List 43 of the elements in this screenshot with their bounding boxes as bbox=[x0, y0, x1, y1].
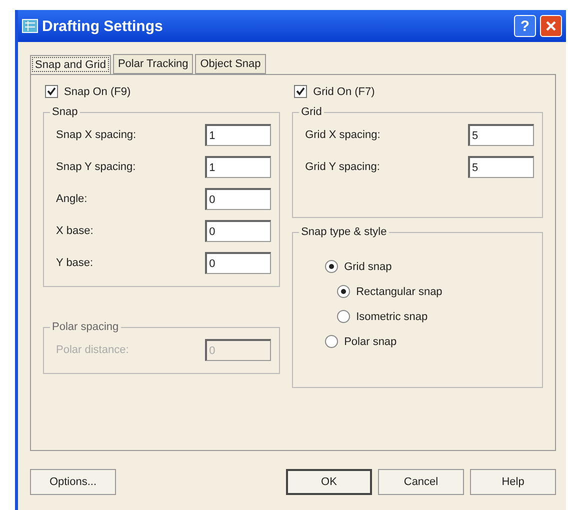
field-label: Snap Y spacing: bbox=[56, 161, 136, 173]
app-icon bbox=[22, 19, 38, 33]
field-label: Polar distance: bbox=[56, 344, 129, 356]
checkbox[interactable]: Snap On (F9) bbox=[43, 85, 280, 98]
radio-button[interactable] bbox=[325, 260, 338, 273]
checkbox[interactable]: Grid On (F7) bbox=[292, 85, 543, 98]
dialog-button[interactable]: OK bbox=[286, 469, 372, 495]
check-icon bbox=[47, 87, 56, 96]
dialog-button[interactable]: Options... bbox=[30, 469, 116, 495]
field-label: X base: bbox=[56, 225, 94, 237]
group-title: Snap type & style bbox=[300, 226, 388, 238]
field-label: Angle: bbox=[56, 193, 88, 205]
field-label: Snap X spacing: bbox=[56, 129, 136, 141]
input-field[interactable]: 5 bbox=[468, 156, 534, 178]
window-title: Drafting Settings bbox=[42, 18, 164, 34]
radio-button[interactable] bbox=[337, 310, 350, 323]
close-button[interactable] bbox=[540, 15, 562, 37]
group-title: Snap bbox=[51, 106, 79, 118]
help-button[interactable]: ? bbox=[514, 15, 536, 37]
field-label: Y base: bbox=[56, 257, 94, 269]
radio-label: Grid snap bbox=[344, 260, 392, 272]
radio-button[interactable] bbox=[325, 335, 338, 348]
tab[interactable]: Object Snap bbox=[195, 54, 266, 74]
field-label: Grid Y spacing: bbox=[305, 161, 380, 173]
close-icon bbox=[545, 20, 557, 32]
radio-label: Isometric snap bbox=[356, 310, 428, 322]
radio-label: Polar snap bbox=[344, 336, 397, 348]
radio-label: Rectangular snap bbox=[356, 286, 442, 298]
tab[interactable]: Polar Tracking bbox=[112, 54, 194, 74]
tab[interactable]: Snap and Grid bbox=[30, 55, 111, 74]
input-field[interactable]: 0 bbox=[205, 252, 272, 274]
input-field[interactable]: 0 bbox=[205, 188, 272, 210]
input-field[interactable]: 0 bbox=[205, 220, 272, 242]
group-title: Polar spacing bbox=[51, 321, 120, 333]
radio-button[interactable] bbox=[337, 285, 350, 298]
field-label: Grid X spacing: bbox=[305, 129, 380, 141]
input-field[interactable]: 5 bbox=[468, 124, 534, 146]
dialog-button[interactable]: Cancel bbox=[378, 469, 464, 495]
input-field[interactable]: 1 bbox=[205, 124, 272, 146]
group-title: Grid bbox=[300, 106, 323, 118]
input-field[interactable]: 1 bbox=[205, 156, 272, 178]
check-icon bbox=[296, 87, 306, 96]
dialog-button[interactable]: Help bbox=[470, 469, 556, 495]
